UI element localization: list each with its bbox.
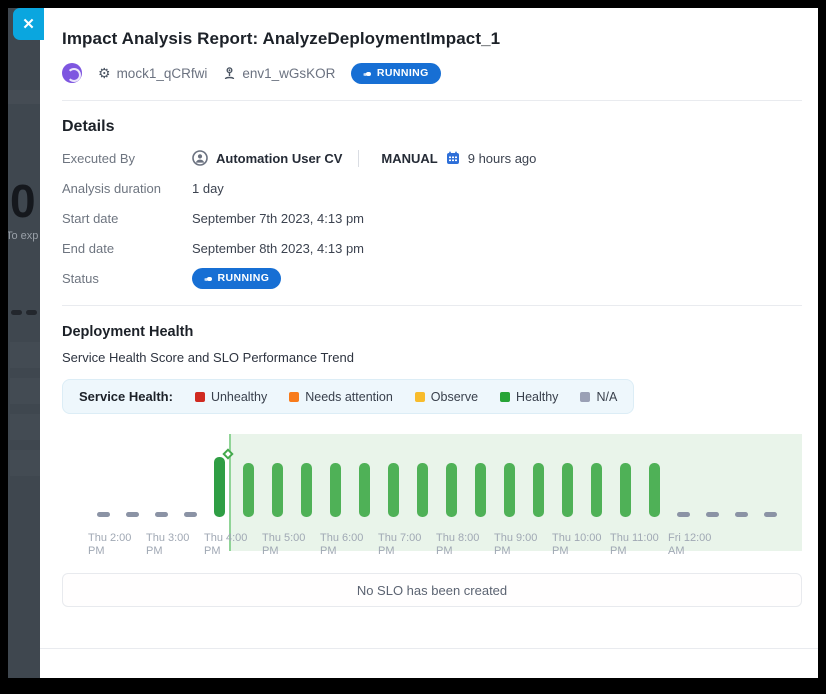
executed-time: 9 hours ago bbox=[468, 151, 537, 166]
background-partial-text: To exp bbox=[8, 230, 38, 242]
background-band bbox=[8, 90, 40, 104]
chart-subtitle: Service Health Score and SLO Performance… bbox=[62, 350, 802, 365]
health-bar bbox=[243, 463, 254, 517]
slo-message: No SLO has been created bbox=[357, 583, 507, 598]
health-bar bbox=[620, 463, 631, 517]
drawer-footer-divider bbox=[40, 648, 818, 649]
health-bar bbox=[330, 463, 341, 517]
health-bar bbox=[388, 463, 399, 517]
health-bar bbox=[301, 463, 312, 517]
health-bar bbox=[359, 463, 370, 517]
detail-row-duration: Analysis duration 1 day bbox=[62, 173, 802, 203]
health-bar bbox=[214, 457, 225, 517]
divider bbox=[358, 150, 359, 167]
health-bar bbox=[649, 463, 660, 517]
legend-swatch-icon bbox=[289, 392, 299, 402]
impact-analysis-drawer: Impact Analysis Report: AnalyzeDeploymen… bbox=[40, 8, 818, 678]
no-data-dash bbox=[184, 512, 197, 517]
x-axis-label: Fri 12:00AM bbox=[668, 532, 738, 558]
health-chart: Thu 2:00PMThu 3:00PMThu 4:00PMThu 5:00PM… bbox=[62, 426, 802, 560]
screenshot-frame: 0 To exp ✕ Impact Analysis Report: Analy… bbox=[0, 0, 826, 694]
legend-swatch-icon bbox=[500, 392, 510, 402]
detail-row-start-date: Start date September 7th 2023, 4:13 pm bbox=[62, 203, 802, 233]
status-badge: RUNNING bbox=[192, 268, 281, 289]
legend-label: Observe bbox=[431, 390, 478, 404]
no-data-dash bbox=[706, 512, 719, 517]
close-drawer-button[interactable]: ✕ bbox=[13, 8, 44, 40]
app-avatar-icon bbox=[62, 63, 82, 83]
duration-value: 1 day bbox=[192, 181, 224, 196]
running-icon bbox=[204, 272, 212, 284]
health-bar bbox=[475, 463, 486, 517]
details-heading: Details bbox=[62, 118, 802, 136]
service-health-legend: Service Health: Unhealthy Needs attention… bbox=[62, 379, 634, 414]
no-data-dash bbox=[155, 512, 168, 517]
legend-swatch-icon bbox=[195, 392, 205, 402]
health-bar bbox=[562, 463, 573, 517]
status-badge: RUNNING bbox=[351, 63, 440, 84]
legend-title: Service Health: bbox=[79, 389, 173, 404]
no-data-dash bbox=[97, 512, 110, 517]
start-date-value: September 7th 2023, 4:13 pm bbox=[192, 211, 364, 226]
background-row bbox=[10, 342, 40, 368]
legend-label: Unhealthy bbox=[211, 390, 267, 404]
trigger-type: MANUAL bbox=[381, 151, 437, 166]
deployment-health-heading: Deployment Health bbox=[62, 324, 802, 340]
legend-item: Observe bbox=[415, 390, 478, 404]
health-bar bbox=[417, 463, 428, 517]
no-data-dash bbox=[735, 512, 748, 517]
details-table: Executed By Automation User CV MANUAL bbox=[62, 143, 802, 293]
divider bbox=[62, 100, 802, 101]
background-big-number: 0 bbox=[10, 174, 36, 228]
health-bar bbox=[591, 463, 602, 517]
health-bar bbox=[504, 463, 515, 517]
legend-swatch-icon bbox=[415, 392, 425, 402]
health-bar bbox=[272, 463, 283, 517]
legend-swatch-icon bbox=[580, 392, 590, 402]
background-row bbox=[10, 414, 40, 440]
user-icon bbox=[192, 150, 208, 166]
legend-label: Healthy bbox=[516, 390, 558, 404]
background-dash bbox=[11, 310, 22, 315]
no-data-dash bbox=[126, 512, 139, 517]
background-row bbox=[10, 450, 40, 476]
environment-icon bbox=[223, 67, 236, 80]
gear-icon: ⚙ bbox=[98, 66, 111, 80]
detail-row-executed-by: Executed By Automation User CV MANUAL bbox=[62, 143, 802, 173]
divider bbox=[62, 305, 802, 306]
report-meta-row: ⚙ mock1_qCRfwi env1_wGsKOR RUNNING bbox=[62, 62, 802, 84]
end-date-value: September 8th 2023, 4:13 pm bbox=[192, 241, 364, 256]
legend-item: Needs attention bbox=[289, 390, 393, 404]
running-icon bbox=[363, 67, 371, 79]
app-scene: 0 To exp ✕ Impact Analysis Report: Analy… bbox=[8, 8, 818, 678]
legend-item: Healthy bbox=[500, 390, 558, 404]
environment-item: env1_wGsKOR bbox=[223, 66, 335, 81]
health-bar bbox=[446, 463, 457, 517]
detail-row-status: Status RUNNING bbox=[62, 263, 802, 293]
mock-service-label: mock1_qCRfwi bbox=[117, 66, 208, 81]
background-page: 0 To exp bbox=[8, 8, 40, 678]
page-title: Impact Analysis Report: AnalyzeDeploymen… bbox=[62, 8, 802, 49]
no-data-dash bbox=[764, 512, 777, 517]
background-row bbox=[10, 378, 40, 404]
legend-label: Needs attention bbox=[305, 390, 393, 404]
background-dash bbox=[26, 310, 37, 315]
slo-empty-state: No SLO has been created bbox=[62, 573, 802, 607]
detail-row-end-date: End date September 8th 2023, 4:13 pm bbox=[62, 233, 802, 263]
executed-by-user: Automation User CV bbox=[216, 151, 342, 166]
legend-label: N/A bbox=[596, 390, 617, 404]
calendar-icon bbox=[446, 151, 460, 165]
legend-item: N/A bbox=[580, 390, 617, 404]
legend-item: Unhealthy bbox=[195, 390, 267, 404]
no-data-dash bbox=[677, 512, 690, 517]
legend-items: Unhealthy Needs attention Observe Healthy N/… bbox=[195, 390, 617, 404]
mock-service-item: ⚙ mock1_qCRfwi bbox=[98, 66, 207, 81]
health-bar bbox=[533, 463, 544, 517]
environment-label: env1_wGsKOR bbox=[242, 66, 335, 81]
close-icon: ✕ bbox=[22, 15, 35, 33]
